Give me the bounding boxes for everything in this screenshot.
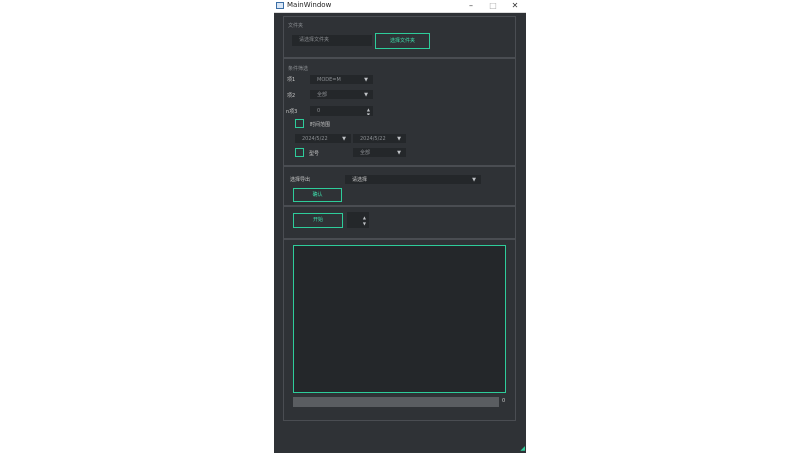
time-range-label: 时间范围 <box>310 122 331 128</box>
select-folder-button[interactable]: 选择文件夹 <box>375 33 430 49</box>
item2-label: 项2 <box>287 93 296 99</box>
chevron-down-icon: ▼ <box>397 136 401 142</box>
chevron-down-icon: ▼ <box>364 92 368 98</box>
minimize-button[interactable]: – <box>464 0 478 11</box>
start-button[interactable]: 开始 <box>293 213 343 228</box>
resize-grip-icon[interactable]: ◢ <box>520 445 525 452</box>
export-combo[interactable]: 请选择 ▼ <box>345 175 481 184</box>
model-value: 全部 <box>360 150 371 156</box>
item3-label: n项3 <box>286 109 298 115</box>
model-combo[interactable]: 全部 ▼ <box>353 148 406 157</box>
export-value: 请选择 <box>352 177 368 183</box>
chevron-down-icon: ▼ <box>364 77 368 83</box>
progress-text: 0 <box>502 398 506 404</box>
start-date-value: 2024/5/22 <box>302 136 328 142</box>
chevron-down-icon: ▼ <box>342 136 346 142</box>
export-label: 选择导出 <box>290 177 311 183</box>
folder-path-input[interactable]: 请选择文件夹 <box>292 35 372 46</box>
app-icon <box>276 2 284 9</box>
main-window: MainWindow – □ ✕ 文件夹 请选择文件夹 选择文件夹 条件筛选 项… <box>274 0 526 453</box>
filter-group: 条件筛选 项1 MODE=M ▼ 项2 全部 ▼ n项3 0 ▲ ▼ 时间范围 … <box>283 58 516 166</box>
run-group: 开始 ▲ ▼ <box>283 206 516 239</box>
end-date-edit[interactable]: 2024/5/22 ▼ <box>353 134 406 143</box>
end-date-value: 2024/5/22 <box>360 136 386 142</box>
item1-value: MODE=M <box>317 77 341 83</box>
spin-down-icon[interactable]: ▼ <box>363 219 366 227</box>
run-spinbox[interactable]: ▲ ▼ <box>347 212 369 228</box>
item1-combo[interactable]: MODE=M ▼ <box>310 75 373 84</box>
export-group: 选择导出 请选择 ▼ 确认 <box>283 166 516 206</box>
item3-value: 0 <box>317 108 321 114</box>
progress-bar <box>293 397 499 407</box>
time-range-checkbox[interactable] <box>295 119 304 128</box>
maximize-button[interactable]: □ <box>486 0 500 11</box>
model-checkbox[interactable] <box>295 148 304 157</box>
model-label: 型号 <box>309 151 320 157</box>
title-bar: MainWindow – □ ✕ <box>274 0 526 13</box>
item1-label: 项1 <box>287 77 296 83</box>
spin-down-icon[interactable]: ▼ <box>367 110 370 115</box>
confirm-button[interactable]: 确认 <box>293 188 342 202</box>
filter-group-label: 条件筛选 <box>288 66 309 72</box>
item2-value: 全部 <box>317 92 328 98</box>
window-title: MainWindow <box>287 1 332 9</box>
folder-group: 文件夹 请选择文件夹 选择文件夹 <box>283 16 516 58</box>
item3-spinbox[interactable]: 0 ▲ ▼ <box>310 106 373 116</box>
folder-group-label: 文件夹 <box>288 23 304 29</box>
log-output[interactable] <box>293 245 506 393</box>
chevron-down-icon: ▼ <box>472 177 476 183</box>
close-button[interactable]: ✕ <box>508 0 522 11</box>
start-date-edit[interactable]: 2024/5/22 ▼ <box>295 134 351 143</box>
item2-combo[interactable]: 全部 ▼ <box>310 90 373 99</box>
chevron-down-icon: ▼ <box>397 150 401 156</box>
